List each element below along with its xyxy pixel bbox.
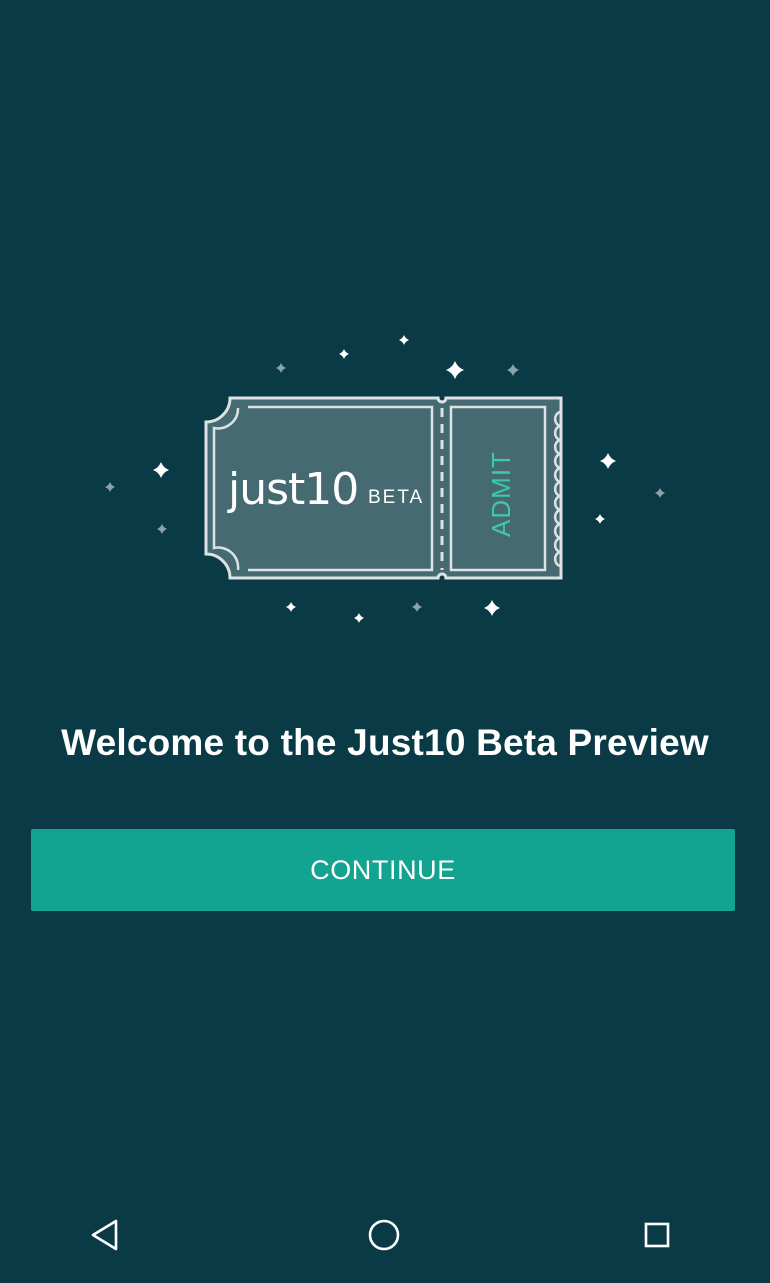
ticket-icon: just10 BETA ADMIT <box>204 396 563 580</box>
sparkle-icon <box>655 488 665 498</box>
recents-button[interactable] <box>597 1187 717 1283</box>
home-circle-icon <box>368 1219 400 1251</box>
sparkle-icon <box>600 453 616 469</box>
back-triangle-icon <box>91 1219 118 1251</box>
sparkle-icon <box>105 482 115 492</box>
sparkle-icon <box>399 335 409 345</box>
sparkle-icon <box>354 613 364 623</box>
welcome-title: Welcome to the Just10 Beta Preview <box>61 722 709 763</box>
welcome-screen: just10 BETA ADMIT Welcome to the Just10 … <box>0 0 770 1283</box>
continue-button[interactable]: CONTINUE <box>31 829 735 911</box>
sparkle-icon <box>157 524 167 534</box>
logo-text: just10 <box>227 464 358 515</box>
sparkle-icon <box>507 364 519 376</box>
home-button[interactable] <box>324 1187 444 1283</box>
beta-badge: BETA <box>368 487 424 508</box>
ticket-illustration-svg: just10 BETA ADMIT <box>105 335 665 623</box>
recents-square-icon <box>644 1222 670 1248</box>
sparkle-icon <box>446 361 464 379</box>
back-button[interactable] <box>46 1187 166 1283</box>
sparkle-icon <box>339 349 349 359</box>
sparkle-icon <box>153 462 169 478</box>
sparkle-icon <box>276 363 286 373</box>
sparkle-icon <box>286 602 296 612</box>
sparkle-icon <box>412 602 422 612</box>
system-navigation-bar <box>0 1187 770 1283</box>
sparkle-icon <box>595 514 605 524</box>
sparkle-icon <box>484 600 500 616</box>
ticket-illustration: just10 BETA ADMIT <box>0 320 770 640</box>
admit-label: ADMIT <box>486 451 516 537</box>
